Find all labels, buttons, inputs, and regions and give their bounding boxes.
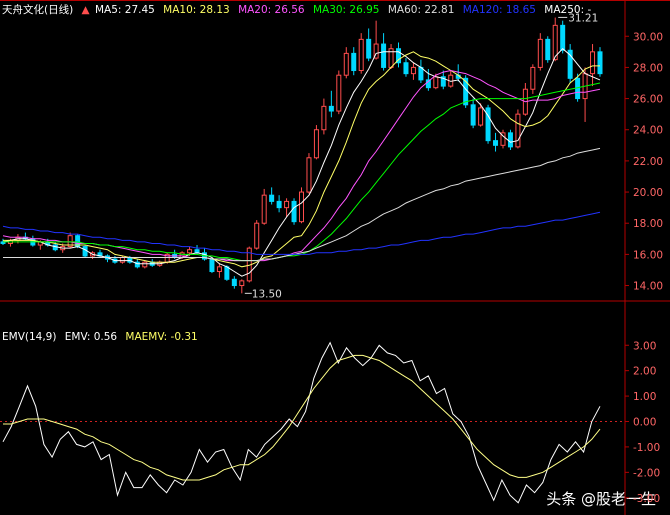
candle-body bbox=[328, 105, 334, 112]
candle-body bbox=[351, 52, 357, 72]
candle-body bbox=[507, 132, 513, 148]
candle-body bbox=[545, 38, 551, 61]
candle-body bbox=[299, 191, 304, 223]
candle-body bbox=[403, 62, 409, 75]
candle-body bbox=[493, 140, 499, 146]
candle-body bbox=[276, 200, 282, 209]
y-tick-label: -1.00 bbox=[633, 442, 660, 454]
y-tick-label: 0.00 bbox=[633, 417, 656, 429]
candle-body bbox=[254, 222, 260, 249]
candle-body bbox=[418, 66, 424, 81]
y-tick-label: 28.00 bbox=[633, 62, 663, 74]
candle-body bbox=[239, 280, 245, 287]
candle-body bbox=[336, 74, 342, 112]
candle-body bbox=[231, 278, 237, 287]
candle-body bbox=[291, 200, 297, 223]
candle-body bbox=[142, 261, 148, 268]
indicator-line-emv bbox=[2, 341, 601, 504]
candle-body bbox=[560, 24, 566, 51]
candle-body bbox=[358, 38, 364, 72]
chart-canvas: 30.00 28.00 26.00 24.00 22.00 20.00 18.00 16.00… bbox=[0, 0, 670, 515]
candle-body bbox=[433, 76, 439, 89]
y-tick-label: -3.00 bbox=[633, 493, 660, 505]
candle-body bbox=[381, 43, 387, 68]
candle-body bbox=[224, 266, 230, 280]
y-tick-label: 20.00 bbox=[633, 187, 663, 199]
low-label: 13.50 bbox=[252, 288, 282, 300]
candle-body bbox=[313, 129, 319, 159]
y-tick-label: 24.00 bbox=[633, 125, 663, 137]
candle-body bbox=[343, 52, 349, 76]
candle-body bbox=[261, 194, 267, 224]
candle-body bbox=[82, 246, 88, 257]
candle-body bbox=[187, 249, 193, 254]
candle-body bbox=[269, 194, 275, 202]
y-tick-label: 3.00 bbox=[633, 340, 656, 352]
chart-window: 天舟文化(日线) ▲ MA5: 27.45 MA10: 28.13 MA20: … bbox=[0, 0, 670, 515]
high-label: 31.21 bbox=[568, 12, 598, 24]
candle-body bbox=[216, 266, 222, 273]
candle-body bbox=[209, 258, 215, 273]
y-tick-label: 18.00 bbox=[633, 218, 663, 230]
y-tick-label: -2.00 bbox=[633, 467, 660, 479]
y-tick-label: 30.00 bbox=[633, 31, 663, 43]
candle-body bbox=[530, 66, 536, 90]
y-tick-label: 2.00 bbox=[633, 366, 656, 378]
ma-line-ma5 bbox=[2, 48, 601, 277]
candle-body bbox=[366, 38, 372, 59]
candle-body bbox=[470, 104, 476, 126]
indicator-line-maemv bbox=[3, 354, 601, 481]
candle-body bbox=[515, 113, 521, 148]
y-tick-label: 26.00 bbox=[633, 94, 663, 106]
candle-body bbox=[119, 256, 125, 263]
candle-body bbox=[306, 157, 312, 193]
candle-body bbox=[478, 107, 484, 126]
y-tick-label: 1.00 bbox=[633, 391, 656, 403]
candle-body bbox=[284, 200, 290, 209]
candle-body bbox=[321, 105, 327, 131]
ma-line-ma10 bbox=[3, 51, 600, 268]
y-tick-label: 22.00 bbox=[633, 156, 663, 168]
y-tick-label: 14.00 bbox=[633, 281, 663, 293]
candle-body bbox=[537, 38, 543, 68]
candle-body bbox=[590, 51, 596, 75]
candle-body bbox=[410, 66, 416, 75]
y-tick-label: 16.00 bbox=[633, 249, 663, 261]
candle-body bbox=[597, 51, 603, 75]
